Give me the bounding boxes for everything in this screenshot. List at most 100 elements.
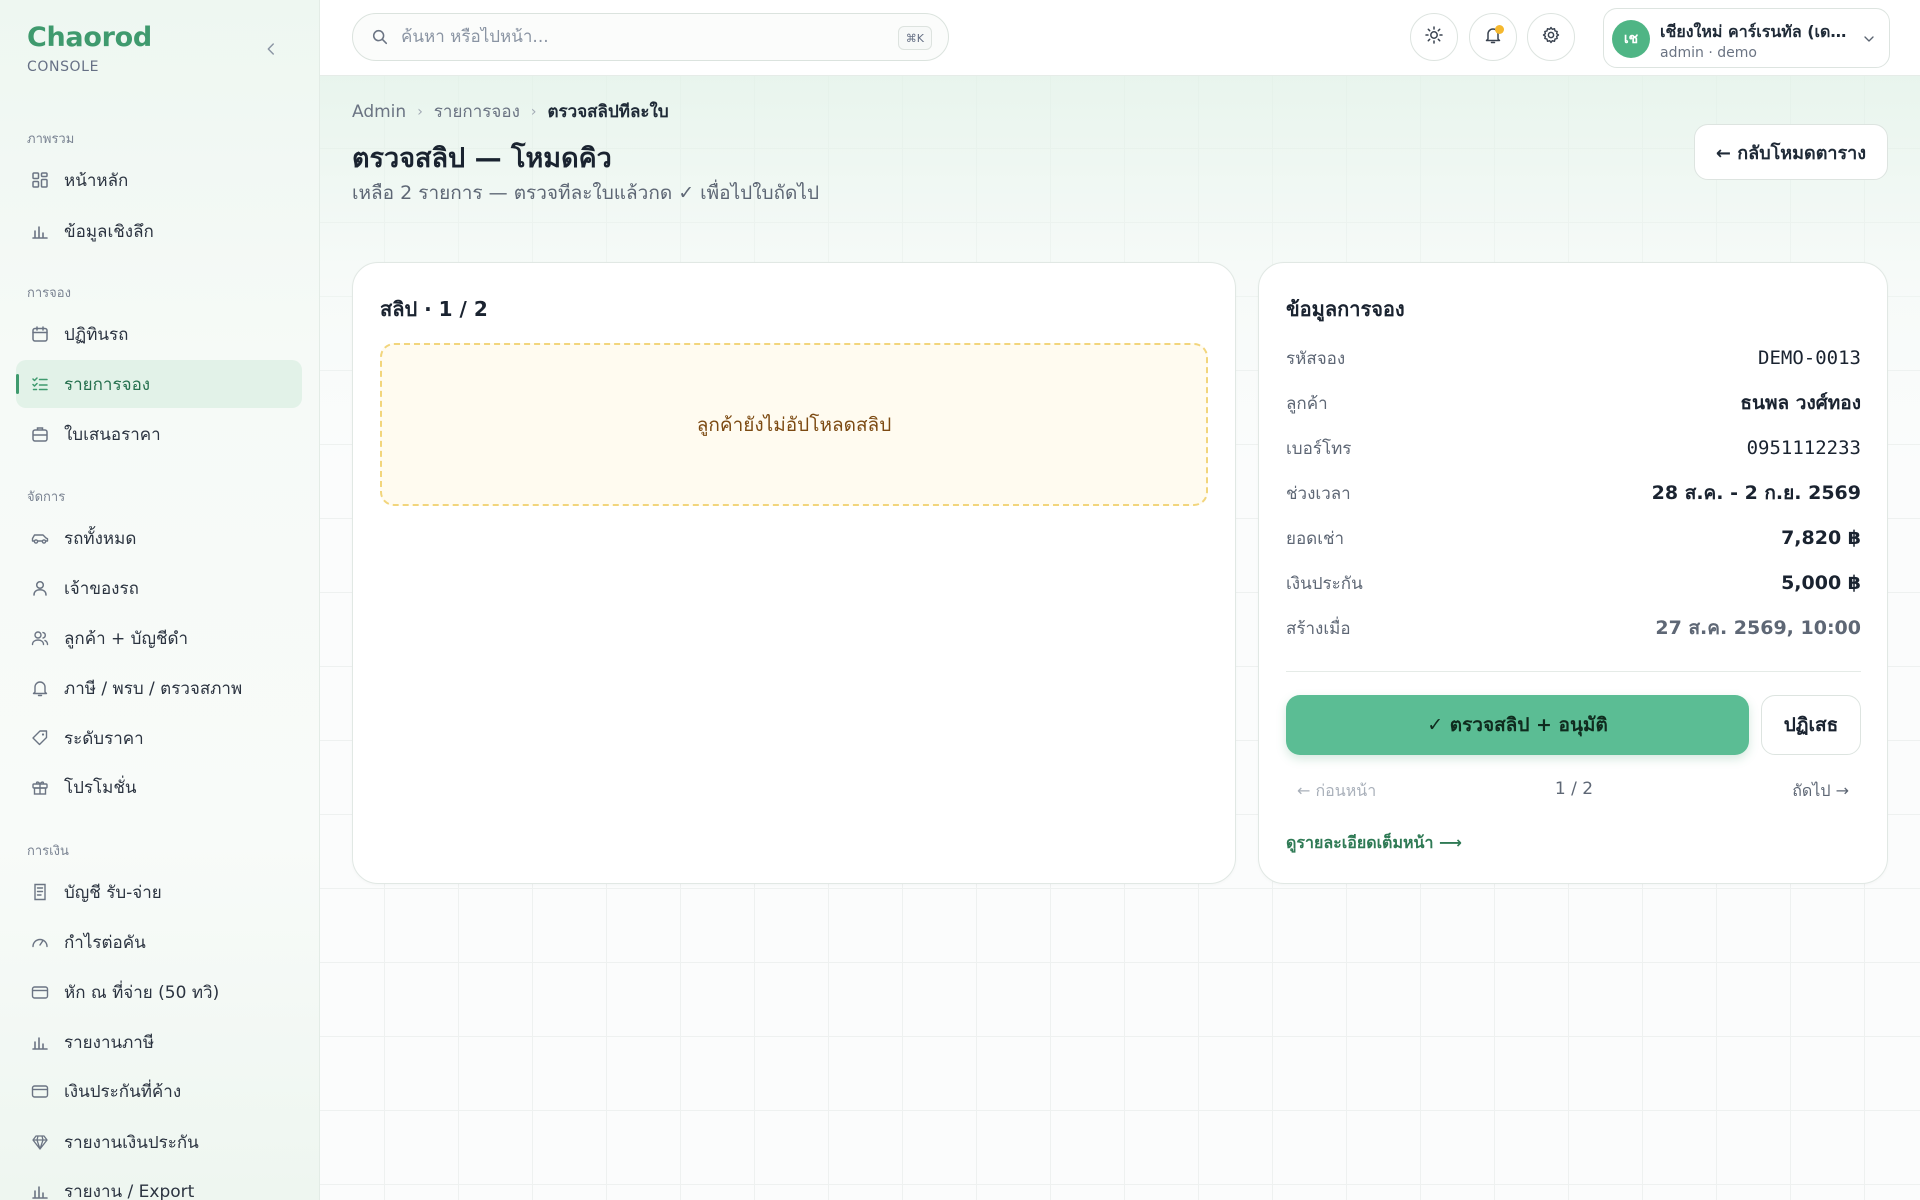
user-menu[interactable]: เช เชียงใหม่ คาร์เรนทัล (เดโม) admin · d… xyxy=(1603,8,1890,68)
booking-info-title: ข้อมูลการจอง xyxy=(1286,297,1405,321)
sidebar-item-calendar[interactable]: ปฏิทินรถ xyxy=(16,310,302,358)
info-label: ยอดเช่า xyxy=(1286,528,1345,549)
sidebar-item-label: เงินประกันที่ค้าง xyxy=(64,1081,182,1102)
sidebar-item-deposits-pending[interactable]: เงินประกันที่ค้าง xyxy=(16,1067,302,1115)
sidebar-item-label: ระดับราคา xyxy=(64,728,144,749)
nav-section-finance: การเงิน xyxy=(27,844,69,859)
info-row-created: สร้างเมื่อ 27 ส.ค. 2569, 10:00 xyxy=(1286,613,1861,643)
sidebar: Chaorod CONSOLE ภาพรวม หน้าหลัก ข้อมูลเช… xyxy=(0,0,320,1200)
customer-value: ธนพล วงศ์ทอง xyxy=(1740,392,1861,414)
sidebar-item-label: รายงาน / Export xyxy=(64,1181,195,1200)
breadcrumb-item-admin[interactable]: Admin xyxy=(352,102,406,122)
sidebar-item-label: กำไรต่อคัน xyxy=(64,932,146,953)
info-row-rental-total: ยอดเช่า 7,820 ฿ xyxy=(1286,523,1861,553)
sidebar-item-customers[interactable]: ลูกค้า + บัญชีดำ xyxy=(16,614,302,662)
sidebar-item-label: ภาษี / พรบ / ตรวจสภาพ xyxy=(64,678,243,699)
brand[interactable]: Chaorod CONSOLE xyxy=(27,22,152,75)
search-box[interactable]: ⌘K xyxy=(352,13,949,61)
info-label: เงินประกัน xyxy=(1286,573,1363,594)
brand-name: Chaorod xyxy=(27,22,152,53)
car-icon xyxy=(30,528,50,548)
collapse-sidebar-icon[interactable] xyxy=(262,40,280,58)
info-label: ช่วงเวลา xyxy=(1286,483,1351,504)
view-full-details-link[interactable]: ดูรายละเอียดเต็มหน้า ⟶ xyxy=(1286,831,1462,856)
sidebar-item-label: หัก ณ ที่จ่าย (50 ทวิ) xyxy=(64,982,220,1003)
sidebar-item-cars[interactable]: รถทั้งหมด xyxy=(16,514,302,562)
search-input[interactable] xyxy=(401,27,881,47)
reject-button[interactable]: ปฏิเสธ xyxy=(1761,695,1861,755)
pager-previous-button[interactable]: ← ก่อนหน้า xyxy=(1297,779,1376,804)
sidebar-item-label: รายงานภาษี xyxy=(64,1032,155,1053)
calendar-icon xyxy=(30,324,50,344)
sidebar-item-insights[interactable]: ข้อมูลเชิงลึก xyxy=(16,207,302,255)
sun-icon xyxy=(1424,25,1444,49)
sidebar-item-label: ใบเสนอราคา xyxy=(64,424,161,445)
sidebar-item-withholding[interactable]: หัก ณ ที่จ่าย (50 ทวิ) xyxy=(16,968,302,1016)
sidebar-item-label: ปฏิทินรถ xyxy=(64,324,129,345)
info-row-phone: เบอร์โทร 0951112233 xyxy=(1286,433,1861,463)
avatar: เช xyxy=(1612,20,1650,58)
breadcrumb-item-current: ตรวจสลิปทีละใบ xyxy=(547,102,669,122)
period-value: 28 ส.ค. - 2 ก.ย. 2569 xyxy=(1651,482,1861,504)
nav-section-booking: การจอง xyxy=(27,286,71,301)
pager-next-button[interactable]: ถัดไป → xyxy=(1792,779,1849,804)
sidebar-item-deposit-report[interactable]: รายงานเงินประกัน xyxy=(16,1118,302,1166)
sidebar-item-home[interactable]: หน้าหลัก xyxy=(16,156,302,204)
main-content: Admin › รายการจอง › ตรวจสลิปทีละใบ ตรวจส… xyxy=(320,76,1920,1200)
info-row-period: ช่วงเวลา 28 ส.ค. - 2 ก.ย. 2569 xyxy=(1286,478,1861,508)
notification-dot xyxy=(1495,25,1504,34)
slip-card: สลิป · 1 / 2 ลูกค้ายังไม่อัปโหลดสลิป xyxy=(352,262,1236,884)
rental-total-value: 7,820 ฿ xyxy=(1781,527,1861,549)
theme-toggle-button[interactable] xyxy=(1410,13,1458,61)
card-icon xyxy=(30,1081,50,1101)
user-name: เชียงใหม่ คาร์เรนทัล (เดโม) xyxy=(1660,22,1850,41)
info-label: สร้างเมื่อ xyxy=(1286,618,1351,639)
bar-chart-icon xyxy=(30,1032,50,1052)
sidebar-item-label: โปรโมชั่น xyxy=(64,777,137,798)
breadcrumb: Admin › รายการจอง › ตรวจสลิปทีละใบ xyxy=(352,98,669,125)
info-row-booking-id: รหัสจอง DEMO-0013 xyxy=(1286,343,1861,373)
user-role: admin · demo xyxy=(1660,45,1757,61)
back-to-table-button[interactable]: ← กลับโหมดตาราง xyxy=(1694,124,1888,180)
breadcrumb-separator-icon: › xyxy=(530,103,537,120)
user-icon xyxy=(30,578,50,598)
sidebar-item-promotions[interactable]: โปรโมชั่น xyxy=(16,763,302,811)
sidebar-item-owners[interactable]: เจ้าของรถ xyxy=(16,564,302,612)
bar-chart-icon xyxy=(30,221,50,241)
breadcrumb-item-bookings[interactable]: รายการจอง xyxy=(434,98,520,125)
info-row-customer: ลูกค้า ธนพล วงศ์ทอง xyxy=(1286,388,1861,418)
card-icon xyxy=(30,982,50,1002)
sidebar-item-label: รายงานเงินประกัน xyxy=(64,1132,199,1153)
approve-slip-button[interactable]: ✓ ตรวจสลิป + อนุมัติ xyxy=(1286,695,1749,755)
booking-id-value: DEMO-0013 xyxy=(1758,347,1861,369)
gift-icon xyxy=(30,777,50,797)
sidebar-item-price-tiers[interactable]: ระดับราคา xyxy=(16,714,302,762)
sidebar-item-ledger[interactable]: บัญชี รับ-จ่าย xyxy=(16,868,302,916)
slip-empty-state: ลูกค้ายังไม่อัปโหลดสลิป xyxy=(380,343,1208,506)
gauge-icon xyxy=(30,932,50,952)
users-icon xyxy=(30,628,50,648)
sidebar-item-label: ลูกค้า + บัญชีดำ xyxy=(64,628,189,649)
slip-card-title: สลิป · 1 / 2 xyxy=(380,297,488,321)
tag-icon xyxy=(30,728,50,748)
phone-value: 0951112233 xyxy=(1746,437,1861,459)
divider xyxy=(1286,671,1861,672)
sidebar-item-tax[interactable]: ภาษี / พรบ / ตรวจสภาพ xyxy=(16,664,302,712)
gear-icon xyxy=(1541,25,1561,49)
notifications-button[interactable] xyxy=(1469,13,1517,61)
sidebar-item-export[interactable]: รายงาน / Export xyxy=(16,1167,302,1200)
nav-section-overview: ภาพรวม xyxy=(27,132,75,147)
settings-button[interactable] xyxy=(1527,13,1575,61)
deposit-value: 5,000 ฿ xyxy=(1781,572,1861,594)
chevron-down-icon xyxy=(1861,31,1877,47)
briefcase-icon xyxy=(30,424,50,444)
info-label: เบอร์โทร xyxy=(1286,438,1352,459)
sidebar-item-profit[interactable]: กำไรต่อคัน xyxy=(16,918,302,966)
sidebar-item-tax-report[interactable]: รายงานภาษี xyxy=(16,1018,302,1066)
sidebar-item-bookings[interactable]: รายการจอง xyxy=(16,360,302,408)
sidebar-item-quotes[interactable]: ใบเสนอราคา xyxy=(16,410,302,458)
slip-empty-text: ลูกค้ายังไม่อัปโหลดสลิป xyxy=(696,413,892,436)
receipt-icon xyxy=(30,882,50,902)
search-shortcut-badge: ⌘K xyxy=(897,26,932,50)
page-subtitle: เหลือ 2 รายการ — ตรวจทีละใบแล้วกด ✓ เพื่… xyxy=(352,182,820,204)
